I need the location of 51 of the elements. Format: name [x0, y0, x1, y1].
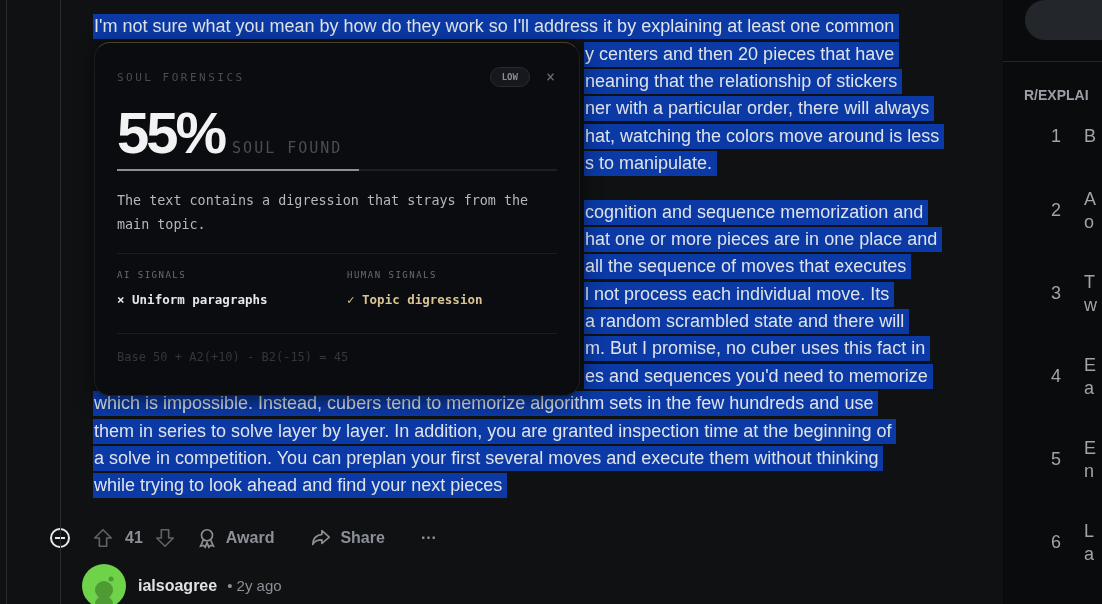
level-badge: LOW	[489, 67, 530, 87]
upvote-button[interactable]	[92, 526, 114, 549]
selected-comment-text: l not process each individual move. Its	[584, 281, 895, 307]
selected-comment-text: cognition and sequence memorization and	[584, 199, 929, 225]
post-title[interactable]: B	[1084, 124, 1102, 148]
selected-comment-text: a solve in competition. You can preplan your first several moves and execute them without thinking	[93, 446, 884, 472]
vote-count: 41	[125, 528, 143, 547]
downvote-button[interactable]	[153, 526, 176, 549]
more-button[interactable]: ···	[420, 528, 437, 547]
post-title[interactable]: L a	[1084, 519, 1102, 566]
selected-comment-text: m. But I promise, no cuber uses this fact in	[584, 336, 931, 362]
close-button[interactable]: ×	[543, 68, 557, 86]
rank-number: 3	[1051, 283, 1062, 304]
award-button[interactable]: Award	[195, 526, 275, 549]
score-value: 55%	[117, 103, 225, 163]
post-title[interactable]: A o	[1084, 187, 1102, 234]
post-title[interactable]: E a	[1084, 353, 1102, 400]
selected-comment-text: them in series to solve layer by layer. In addition, you are granted inspection time at the beginning of	[93, 418, 897, 444]
post-title[interactable]: E n	[1084, 436, 1102, 483]
selected-comment-text: a random scrambled state and there will	[584, 309, 910, 335]
selected-comment-text: I'm not sure what you mean by how do they work so I'll address it by explaining at least one common	[93, 14, 900, 40]
signals-heading: HUMAN SIGNALS	[347, 270, 438, 280]
rank-number: 1	[1051, 125, 1062, 147]
summary-text: The text contains a digression that strays from the main topic.	[117, 192, 530, 234]
selected-comment-text: hat one or more pieces are in one place and	[584, 226, 943, 252]
selected-comment-text: neaning that the relationship of stickers	[584, 68, 903, 94]
reply-author[interactable]: ialsoagree	[138, 576, 218, 595]
minus-icon	[55, 536, 65, 539]
selected-comment-text: all the sequence of moves that executes	[584, 254, 912, 280]
selected-comment-text: ner with a particular order, there will always	[584, 96, 935, 122]
share-button[interactable]: Share	[310, 526, 385, 549]
reply-age: • 2y ago	[227, 577, 282, 595]
rank-number: 6	[1051, 532, 1062, 553]
rank-number: 4	[1051, 366, 1062, 387]
avatar-icon	[82, 563, 126, 604]
selected-comment-text: es and sequences you'd need to memorize	[584, 363, 933, 389]
signal-item: × Uniform paragraphs	[117, 292, 269, 307]
rank-number: 5	[1051, 449, 1062, 470]
popover-title: SOUL FORENSICS	[117, 70, 246, 84]
signal-item: ✓ Topic digression	[347, 292, 484, 307]
selected-comment-text: hat, watching the colors move around is less	[584, 123, 945, 149]
selected-comment-text: while trying to look ahead and find your next pieces	[93, 473, 508, 499]
selected-comment-text: s to manipulate.	[584, 151, 718, 177]
sidebar-heading: R/EXPLAI	[1023, 86, 1090, 103]
search-field[interactable]	[1025, 0, 1102, 40]
rank-number: 2	[1051, 200, 1062, 221]
selected-comment-text: y centers and then 20 pieces that have	[584, 41, 900, 67]
collapse-button[interactable]	[50, 527, 70, 548]
post-title[interactable]: T w	[1084, 270, 1102, 317]
score-label: SOUL FOUND	[232, 139, 343, 157]
signals-heading: AI SIGNALS	[117, 270, 188, 280]
